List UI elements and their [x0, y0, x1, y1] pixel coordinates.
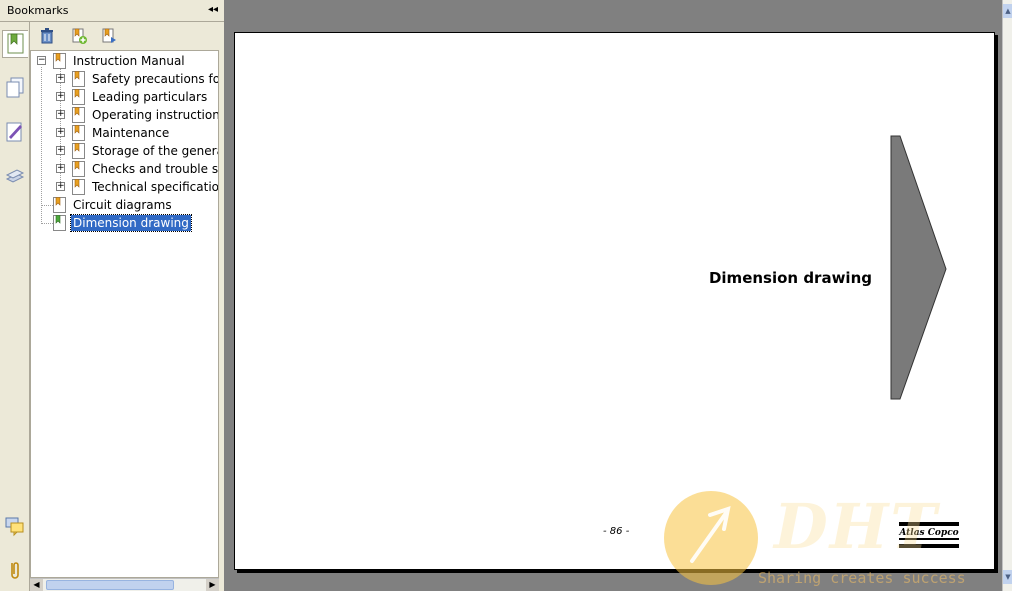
document-vertical-scrollbar[interactable]: ▲ ▼ — [1002, 0, 1012, 591]
bookmarks-panel: Bookmarks ◂◂ − Instruction Manual + Safe… — [0, 0, 224, 591]
tree-item-instruction-manual[interactable]: − Instruction Manual — [31, 52, 218, 70]
tree-item-label: Checks and trouble sho — [92, 162, 219, 176]
expand-toggle-icon[interactable]: + — [56, 74, 65, 83]
tree-item-maintenance[interactable]: + Maintenance — [31, 124, 218, 142]
tree-item-technical-specifications[interactable]: + Technical specifications — [31, 178, 219, 196]
tree-item-label: Operating instructions — [92, 108, 219, 122]
watermark-arrow-icon — [664, 491, 758, 585]
collapse-panel-icon[interactable]: ◂◂ — [208, 4, 218, 15]
bookmarks-panel-title: Bookmarks — [7, 4, 69, 17]
bookmark-icon — [72, 89, 86, 105]
bookmark-icon — [72, 143, 86, 159]
expand-toggle-icon[interactable]: + — [56, 164, 65, 173]
bookmarks-panel-header: Bookmarks ◂◂ — [0, 0, 224, 22]
tree-item-leading-particulars[interactable]: + Leading particulars — [31, 88, 218, 106]
bookmark-icon — [53, 197, 67, 213]
bookmark-icon — [72, 125, 86, 141]
trash-icon[interactable] — [38, 27, 58, 47]
document-view[interactable]: Dimension drawing - 86 - Atlas Copco DHT… — [224, 0, 1002, 591]
tree-item-checks-troubleshooting[interactable]: + Checks and trouble sho — [31, 160, 219, 178]
tree-item-label-selected: Dimension drawing — [70, 214, 192, 232]
tree-item-storage[interactable]: + Storage of the generat — [31, 142, 219, 160]
tree-item-dimension-drawing[interactable]: Dimension drawing — [31, 214, 218, 232]
navigation-tool-strip — [0, 22, 30, 591]
tree-item-circuit-diagrams[interactable]: Circuit diagrams — [31, 196, 218, 214]
bookmark-icon — [72, 179, 86, 195]
scroll-left-icon[interactable]: ◀ — [30, 579, 43, 591]
current-bookmark-icon — [53, 215, 67, 231]
expand-toggle-icon[interactable]: + — [56, 146, 65, 155]
pages-icon[interactable] — [2, 74, 28, 102]
expand-toggle-icon[interactable]: + — [56, 92, 65, 101]
bookmarks-icon[interactable] — [2, 30, 28, 58]
expand-toggle-icon[interactable]: + — [56, 128, 65, 137]
pdf-viewer-window: Bookmarks ◂◂ − Instruction Manual + Safe… — [0, 0, 1012, 591]
signatures-icon[interactable] — [2, 118, 28, 146]
scroll-up-icon[interactable]: ▲ — [1003, 4, 1012, 18]
bookmark-icon — [72, 71, 86, 87]
tree-item-label: Leading particulars — [92, 90, 208, 104]
collapse-toggle-icon[interactable]: − — [37, 56, 46, 65]
tree-item-label: Storage of the generat — [92, 144, 219, 158]
expand-toggle-icon[interactable]: + — [56, 110, 65, 119]
tree-item-label: Circuit diagrams — [73, 198, 172, 212]
tree-item-label: Instruction Manual — [73, 54, 185, 68]
comments-icon[interactable] — [2, 512, 28, 540]
bookmarks-horizontal-scrollbar[interactable]: ◀ ▶ — [30, 578, 219, 591]
new-bookmark-icon[interactable] — [70, 27, 90, 47]
bookmark-icon — [53, 53, 67, 69]
tree-item-label: Maintenance — [92, 126, 170, 140]
bookmark-icon — [72, 107, 86, 123]
bookmark-options-icon[interactable] — [100, 27, 120, 47]
bookmark-icon — [72, 161, 86, 177]
layers-icon[interactable] — [2, 162, 28, 190]
tree-item-operating-instructions[interactable]: + Operating instructions — [31, 106, 219, 124]
tree-item-label: Safety precautions for p — [92, 72, 218, 86]
attachments-icon[interactable] — [2, 556, 28, 584]
tree-item-label: Technical specifications — [92, 180, 219, 194]
section-tab-arrow — [890, 135, 947, 400]
scroll-down-icon[interactable]: ▼ — [1003, 570, 1012, 584]
bookmarks-toolbar — [30, 22, 224, 50]
section-heading: Dimension drawing — [708, 269, 872, 287]
expand-toggle-icon[interactable]: + — [56, 182, 65, 191]
tree-item-safety-precautions[interactable]: + Safety precautions for p — [31, 70, 218, 88]
watermark-tagline: Sharing creates success — [758, 569, 966, 587]
page-number: - 86 - — [603, 526, 630, 537]
scrollbar-thumb[interactable] — [46, 580, 174, 590]
bookmarks-tree: − Instruction Manual + Safety precaution… — [30, 50, 219, 578]
watermark-text: DHT — [774, 490, 939, 563]
scroll-right-icon[interactable]: ▶ — [206, 579, 219, 591]
